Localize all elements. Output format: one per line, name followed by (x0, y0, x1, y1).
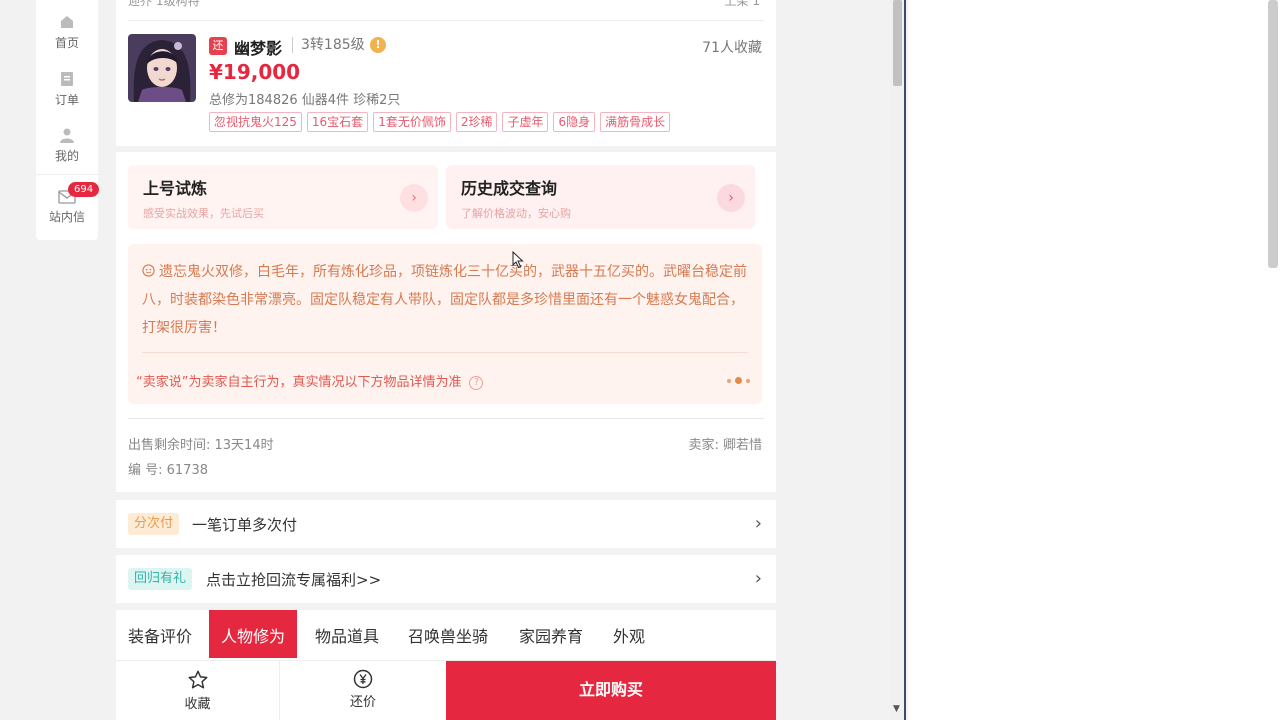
divider (128, 20, 764, 21)
remaining-time: 出售剩余时间: 13天14时 (128, 438, 274, 453)
carousel-dot-active[interactable] (735, 377, 742, 384)
detail-tabs: 装备评价 人物修为 物品道具 召唤兽坐骑 家园养育 外观 (116, 610, 776, 660)
product-card[interactable]: 迎乔 1级构特 上架 1 还 幽梦影 3转185级 ! 71人收藏 ¥19,00… (116, 0, 776, 146)
seller-disclaimer: “卖家说”为卖家自主行为，真实情况以下方物品详情为准? (136, 371, 484, 390)
character-avatar (128, 34, 196, 102)
installment-row[interactable]: 分次付 一笔订单多次付 › (116, 500, 776, 548)
seller-says-content: 遗忘鬼火双修，白毛年，所有炼化珍品，项链炼化三十亿买的，武器十五亿买的。武曜台稳… (142, 264, 747, 336)
favorite-label: 收藏 (184, 697, 211, 712)
mouse-cursor-icon (512, 251, 524, 269)
serial-number: 编 号: 61738 (128, 463, 208, 478)
feature-tag: 子虚年 (502, 112, 549, 132)
nav-orders[interactable]: 订单 (36, 71, 98, 108)
seller-says-text: 遗忘鬼火双修，白毛年，所有炼化珍品，项链炼化三十亿买的，武器十五亿买的。武曜台稳… (142, 258, 748, 342)
home-icon (61, 16, 73, 28)
feature-tag: 满筋骨成长 (600, 112, 671, 132)
price: ¥19,000 (209, 60, 301, 84)
tab-character[interactable]: 人物修为 (209, 610, 298, 658)
tab-pets-mounts[interactable]: 召唤兽坐骑 (396, 610, 500, 658)
user-icon (60, 128, 74, 143)
favorite-button[interactable]: 收藏 (116, 661, 279, 720)
tab-equipment[interactable]: 装备评价 (116, 610, 204, 658)
right-pane (908, 0, 1280, 720)
favorite-count: 71人收藏 (702, 40, 762, 56)
main-content: 迎乔 1级构特 上架 1 还 幽梦影 3转185级 ! 71人收藏 ¥19,00… (116, 0, 776, 720)
message-count-badge: 694 (68, 182, 100, 197)
seller-disclaimer-text: “卖家说”为卖家自主行为，真实情况以下方物品详情为准 (136, 375, 462, 390)
tab-items[interactable]: 物品道具 (303, 610, 391, 658)
feature-tag: 16宝石套 (306, 112, 369, 132)
divider (142, 352, 748, 353)
carousel-dot[interactable] (746, 378, 750, 383)
nav-home[interactable]: 首页 (36, 14, 98, 51)
smile-icon (142, 264, 155, 277)
bargain-button[interactable]: 还价 (280, 661, 446, 720)
trial-account-button[interactable]: 上号试炼 感受实战效果，先试后买 › (128, 165, 438, 229)
feature-tag: 1套无价佩饰 (373, 112, 451, 132)
previous-item-cut-text: 迎乔 1级构特 (128, 0, 200, 8)
chevron-right-icon: › (400, 184, 428, 212)
return-tag: 还 (209, 37, 227, 55)
previous-item-cut-right: 上架 1 (724, 0, 760, 8)
installment-pill: 分次付 (128, 513, 180, 535)
nav-messages-label: 站内信 (48, 210, 85, 224)
trial-title: 上号试炼 (143, 179, 208, 198)
order-icon (61, 72, 73, 86)
installment-text: 一笔订单多次付 (192, 516, 298, 534)
feature-tag: 2珍稀 (455, 112, 498, 132)
right-pane-scrollbar[interactable] (1268, 0, 1278, 268)
scroll-down-arrow-icon[interactable]: ▼ (893, 704, 900, 714)
return-reward-row[interactable]: 回归有礼 点击立抢回流专属福利>> › (116, 555, 776, 603)
tab-appearance[interactable]: 外观 (601, 610, 657, 658)
trial-subtitle: 感受实战效果，先试后买 (143, 207, 264, 220)
divider (128, 418, 764, 419)
tab-home[interactable]: 家园养育 (507, 610, 595, 658)
nav-mine-label: 我的 (54, 149, 79, 163)
chevron-right-icon: › (717, 184, 745, 212)
bargain-label: 还价 (349, 695, 376, 710)
feature-tag: 忽视抗鬼火125 (209, 112, 302, 132)
feature-tag: 6隐身 (553, 112, 596, 132)
carousel-dot[interactable] (727, 378, 731, 383)
history-title: 历史成交查询 (461, 179, 558, 198)
warning-icon[interactable]: ! (370, 37, 386, 53)
bottom-action-bar: 收藏 还价 立即购买 (116, 660, 776, 720)
star-icon (188, 670, 207, 689)
character-level: 3转185级 (292, 37, 365, 53)
nav-home-label: 首页 (54, 36, 79, 50)
seller-name: 卖家: 卿若惜 (688, 438, 762, 453)
services-card: 上号试炼 感受实战效果，先试后买 › 历史成交查询 了解价格波动，安心购 › 遗… (116, 152, 776, 492)
yuan-coin-icon (353, 669, 373, 689)
nav-messages[interactable]: 694 站内信 (36, 182, 100, 225)
return-reward-text: 点击立抢回流专属福利>> (206, 571, 382, 589)
nav-orders-label: 订单 (54, 93, 79, 107)
nav-divider (36, 174, 98, 175)
character-name: 幽梦影 (234, 39, 283, 58)
left-nav: 首页 订单 我的 694 站内信 (36, 0, 100, 240)
feature-tags: 忽视抗鬼火125 16宝石套 1套无价佩饰 2珍稀 子虚年 6隐身 满筋骨成长 (209, 112, 671, 132)
buy-now-button[interactable]: 立即购买 (446, 661, 776, 720)
carousel-dots[interactable] (727, 377, 750, 384)
nav-mine[interactable]: 我的 (36, 127, 98, 164)
page-scrollbar[interactable]: ▼ (890, 0, 906, 720)
history-subtitle: 了解价格波动，安心购 (461, 207, 571, 220)
chevron-right-icon: › (754, 568, 762, 589)
scrollbar-thumb[interactable] (893, 0, 902, 86)
return-reward-pill: 回归有礼 (128, 568, 193, 590)
help-icon[interactable]: ? (469, 375, 484, 390)
character-stats: 总修为184826 仙器4件 珍稀2只 (209, 93, 401, 108)
chevron-right-icon: › (754, 513, 762, 534)
price-history-button[interactable]: 历史成交查询 了解价格波动，安心购 › (446, 165, 755, 229)
